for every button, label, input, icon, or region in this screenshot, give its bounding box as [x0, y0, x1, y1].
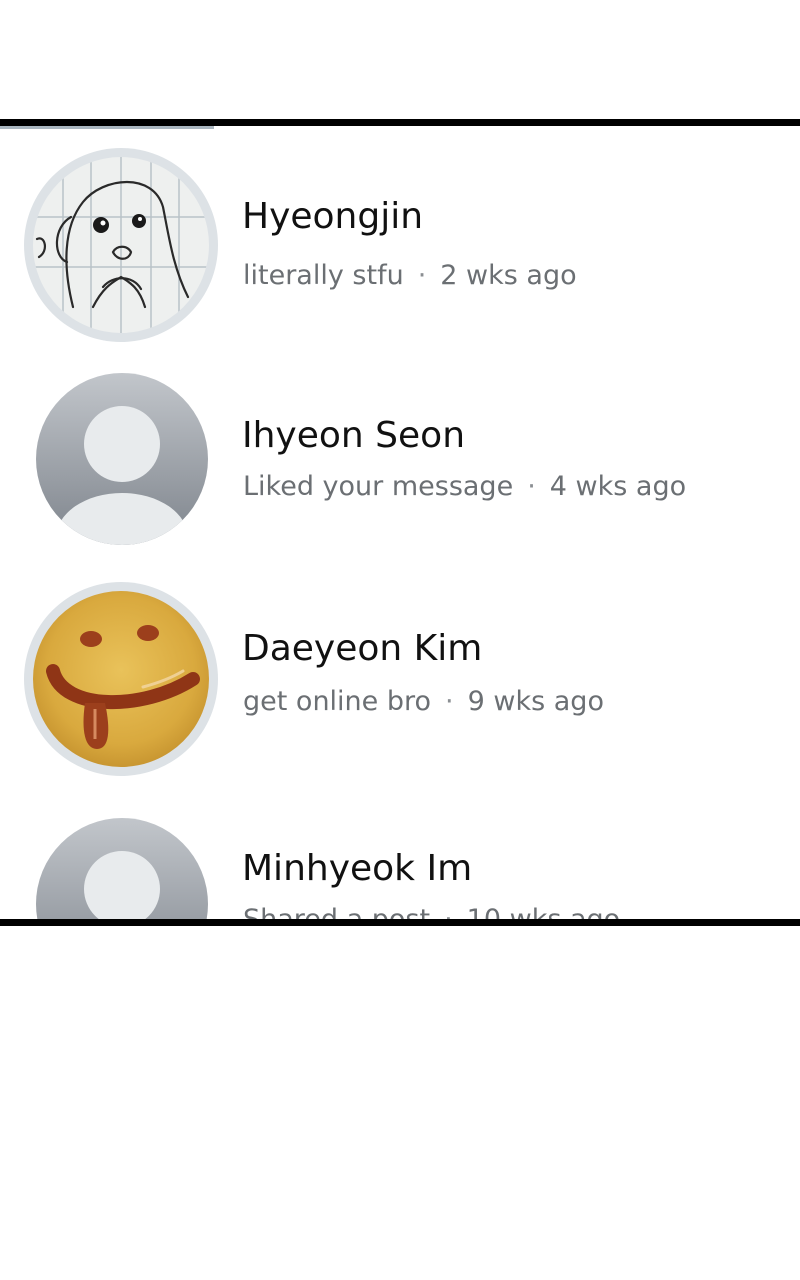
- conversation-item[interactable]: Ihyeon Seon Liked your message · 4 wks ago: [0, 373, 800, 573]
- avatar[interactable]: [24, 582, 218, 776]
- last-message: literally stfu: [243, 260, 404, 291]
- message-preview: get online bro · 9 wks ago: [243, 686, 604, 717]
- last-message: Shared a post: [243, 904, 431, 926]
- message-preview: literally stfu · 2 wks ago: [243, 260, 577, 291]
- timestamp: 9 wks ago: [467, 686, 604, 717]
- timestamp: 10 wks ago: [466, 904, 621, 926]
- message-preview: Shared a post · 10 wks ago: [243, 904, 621, 926]
- page: Hyeongjin literally stfu · 2 wks ago Ihyeo…: [0, 0, 800, 1280]
- avatar[interactable]: [24, 148, 218, 342]
- contact-name: Hyeongjin: [242, 196, 424, 237]
- separator-dot: ·: [527, 471, 536, 502]
- avatar-head: [84, 406, 160, 482]
- contact-name: Ihyeon Seon: [242, 415, 466, 456]
- last-message: get online bro: [243, 686, 432, 717]
- conversation-item[interactable]: Daeyeon Kim get online bro · 9 wks ago: [0, 582, 800, 782]
- avatar-head: [84, 851, 160, 919]
- separator-dot: ·: [445, 686, 454, 717]
- avatar-body: [56, 493, 188, 545]
- smiley-face-avatar-icon: [33, 591, 209, 767]
- tab-indicator: [0, 126, 214, 129]
- contact-name: Minhyeok Im: [242, 848, 473, 889]
- conversation-item[interactable]: Hyeongjin literally stfu · 2 wks ago: [0, 148, 800, 348]
- last-message: Liked your message: [243, 471, 514, 502]
- contact-name: Daeyeon Kim: [242, 628, 483, 669]
- message-list-panel: Hyeongjin literally stfu · 2 wks ago Ihyeo…: [0, 119, 800, 926]
- separator-dot: ·: [417, 260, 427, 291]
- conversation-item[interactable]: Minhyeok Im Shared a post · 10 wks ago: [0, 818, 800, 926]
- timestamp: 4 wks ago: [549, 471, 687, 502]
- default-user-avatar-icon[interactable]: [36, 373, 208, 545]
- default-user-avatar-icon[interactable]: [36, 818, 208, 919]
- timestamp: 2 wks ago: [440, 260, 577, 291]
- message-preview: Liked your message · 4 wks ago: [243, 471, 686, 502]
- sketch-dog-avatar-icon: [33, 157, 209, 333]
- separator-dot: ·: [444, 904, 453, 926]
